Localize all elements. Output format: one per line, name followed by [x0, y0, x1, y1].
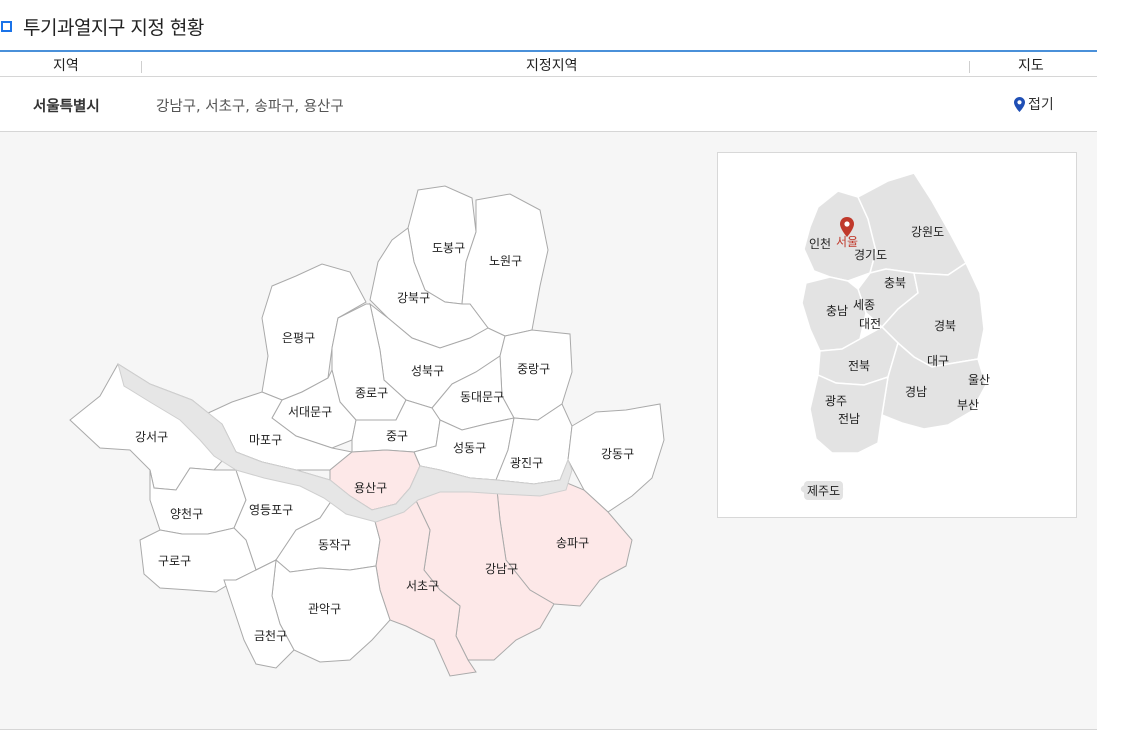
label-yangcheon: 양천구 — [170, 506, 203, 521]
label-yongsan: 용산구 — [354, 481, 387, 495]
label-gyeonggi: 경기도 — [854, 248, 887, 262]
label-gangdong: 강동구 — [601, 447, 634, 461]
label-seongbuk: 성북구 — [411, 364, 444, 378]
label-dongdaemun: 동대문구 — [460, 390, 504, 404]
label-jeju: 제주도 — [804, 481, 844, 500]
label-chungnam: 충남 — [826, 304, 848, 318]
label-yeongdeungpo: 영등포구 — [249, 503, 293, 517]
label-daejeon: 대전 — [859, 317, 881, 331]
label-daegu: 대구 — [927, 354, 949, 368]
label-gangseo: 강서구 — [135, 430, 168, 444]
title-bullet-icon — [1, 20, 12, 32]
label-gyeongbuk: 경북 — [934, 319, 956, 333]
label-jeonbuk: 전북 — [848, 359, 870, 373]
toggle-label: 접기 — [1028, 97, 1054, 113]
seoul-map: 도봉구 노원구 강북구 은평구 성북구 중랑구 종로구 서대문구 동대문구 강서… — [69, 185, 665, 677]
label-mapo: 마포구 — [249, 433, 282, 447]
label-gwangjin: 광진구 — [510, 456, 543, 470]
map-pin-icon — [1014, 96, 1025, 112]
label-nowon: 노원구 — [489, 254, 522, 268]
label-eunpyeong: 은평구 — [282, 331, 315, 345]
label-jeonnam: 전남 — [838, 412, 860, 426]
label-jungnang: 중랑구 — [517, 362, 550, 376]
label-busan: 부산 — [957, 398, 979, 412]
label-sejong: 세종 — [853, 298, 875, 312]
areas-cell: 강남구, 서초구, 송파구, 용산구 — [156, 99, 344, 115]
page-title: 투기과열지구 지정 현황 — [23, 16, 204, 39]
map-panel: 도봉구 노원구 강북구 은평구 성북구 중랑구 종로구 서대문구 동대문구 강서… — [0, 132, 1097, 730]
korea-overview-map: 인천 서울 경기도 강원도 충북 충남 세종 대전 경북 전북 대구 울산 경남… — [717, 152, 1077, 518]
section-title: 투기과열지구 지정 현황 — [0, 12, 204, 40]
label-seodaemun: 서대문구 — [288, 405, 332, 419]
label-seoul: 서울 — [836, 235, 858, 249]
label-gwanak: 관악구 — [308, 602, 341, 616]
label-gyeongnam: 경남 — [905, 385, 927, 399]
label-seongdong: 성동구 — [453, 441, 486, 455]
label-gwangju: 광주 — [825, 394, 847, 408]
label-dobong: 도봉구 — [432, 241, 465, 255]
column-header-map: 지도 — [1018, 58, 1044, 74]
label-ulsan: 울산 — [968, 373, 990, 387]
label-dongjak: 동작구 — [318, 538, 351, 552]
label-songpa: 송파구 — [556, 536, 589, 550]
korea-svg: 인천 서울 경기도 강원도 충북 충남 세종 대전 경북 전북 대구 울산 경남… — [799, 172, 990, 498]
label-jung: 중구 — [386, 429, 408, 443]
designation-table: 지역 지정지역 지도 서울특별시 강남구, 서초구, 송파구, 용산구 접기 — [0, 50, 1097, 132]
table-header: 지역 지정지역 지도 — [0, 50, 1097, 77]
map-toggle-button[interactable]: 접기 — [1014, 94, 1054, 114]
label-gangnam: 강남구 — [485, 562, 518, 576]
table-row: 서울특별시 강남구, 서초구, 송파구, 용산구 접기 — [0, 77, 1097, 132]
label-geumcheon: 금천구 — [254, 628, 287, 643]
label-chungbuk: 충북 — [884, 276, 906, 290]
column-header-areas: 지정지역 — [526, 58, 578, 74]
label-incheon: 인천 — [809, 236, 831, 251]
label-guro: 구로구 — [158, 554, 191, 568]
label-gangbuk: 강북구 — [397, 291, 430, 305]
column-header-region: 지역 — [53, 58, 79, 74]
label-gangwon: 강원도 — [911, 225, 944, 239]
label-jongno: 종로구 — [355, 386, 388, 400]
label-seocho: 서초구 — [406, 579, 439, 593]
region-cell: 서울특별시 — [33, 99, 100, 115]
